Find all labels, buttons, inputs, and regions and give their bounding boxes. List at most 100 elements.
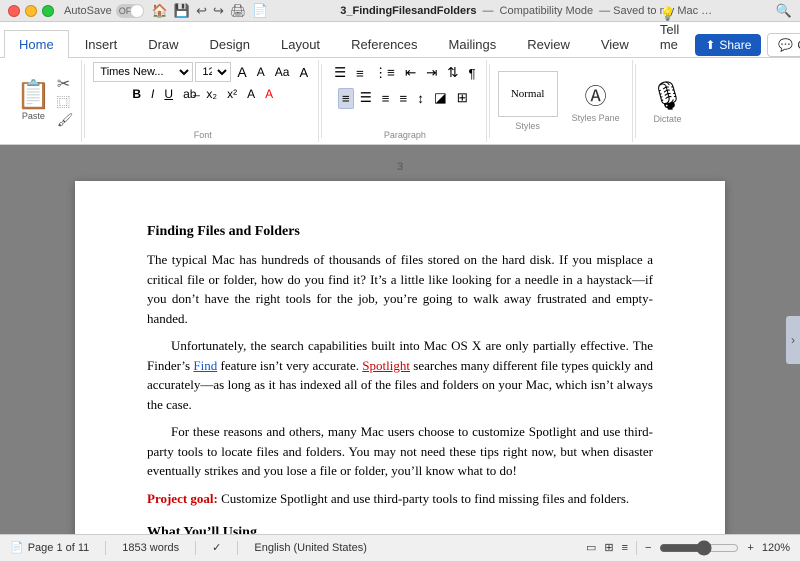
page-info-text: Page 1 of 11 [28, 542, 90, 554]
copy-button[interactable]: ⿴ [57, 95, 74, 111]
tab-tellme[interactable]: 💡 Tell me [645, 0, 695, 58]
justify-button[interactable]: ≡ [396, 88, 412, 109]
tab-design[interactable]: Design [195, 30, 265, 58]
tab-home[interactable]: Home [4, 30, 69, 58]
status-divider-4 [636, 541, 637, 555]
zoom-plus[interactable]: + [747, 542, 753, 554]
clipboard-group: 📋 Paste ✂ ⿴ 🖌 [4, 60, 82, 142]
tab-layout[interactable]: Layout [266, 30, 335, 58]
titlebar-right: 🔍 [776, 3, 792, 19]
status-divider-1 [105, 541, 106, 555]
paste-icon: 📋 [16, 81, 51, 109]
paste-button[interactable]: 📋 Paste [12, 79, 55, 123]
find-link[interactable]: Find [193, 358, 217, 373]
styles-preview: Normal [511, 88, 545, 100]
redo-icon[interactable]: ↪ [213, 3, 224, 19]
align-center-button[interactable]: ☰ [356, 87, 376, 109]
titlebar-icons: 🏠 💾 ↩ ↪ 🖨 📄 [152, 3, 269, 19]
shrink-font-button[interactable]: A [253, 63, 269, 81]
shading-button[interactable]: ◪ [430, 87, 451, 109]
close-button[interactable] [8, 5, 20, 17]
tab-mailings[interactable]: Mailings [434, 30, 512, 58]
titlebar-center: 3_FindingFilesandFolders — Compatibility… [277, 5, 776, 17]
status-bar-right: ▭ ⊞ ≡ − + 120% [586, 540, 790, 556]
share-button[interactable]: ⬆ Share [695, 34, 761, 56]
show-formatting-button[interactable]: ¶ [464, 63, 479, 84]
zoom-minus[interactable]: − [645, 542, 651, 554]
tab-draw[interactable]: Draw [133, 30, 193, 58]
autosave-control: AutoSave OFF [64, 4, 144, 18]
increase-indent-button[interactable]: ⇥ [422, 62, 441, 84]
layout-icon-1[interactable]: ▭ [586, 541, 596, 554]
sort-button[interactable]: ⇅ [443, 62, 462, 84]
change-case-button[interactable]: Aa [271, 63, 294, 81]
tab-review[interactable]: Review [512, 30, 585, 58]
spotlight-link[interactable]: Spotlight [362, 358, 410, 373]
align-left-button[interactable]: ≡ [338, 88, 354, 109]
page-content: Finding Files and Folders The typical Ma… [147, 221, 653, 534]
print-icon[interactable]: 🖨 [230, 3, 247, 19]
project-goal-text: Customize Spotlight and use third-party … [218, 491, 629, 506]
paragraph-3: For these reasons and others, many Mac u… [147, 422, 653, 481]
line-spacing-button[interactable]: ↕ [413, 88, 428, 109]
status-divider-2 [195, 541, 196, 555]
superscript-button[interactable]: x² [223, 85, 241, 103]
styles-label: Styles [515, 119, 540, 131]
decrease-indent-button[interactable]: ⇤ [401, 62, 420, 84]
highlight-button[interactable]: A [243, 85, 259, 103]
subscript-button[interactable]: x₂ [202, 85, 221, 103]
comments-button[interactable]: 💬 Comments [767, 33, 800, 57]
styles-gallery[interactable]: Normal [498, 71, 558, 117]
page-icon: 📄 [10, 541, 24, 554]
minimize-button[interactable] [25, 5, 37, 17]
grow-font-button[interactable]: A [233, 62, 250, 82]
section-heading: Finding Files and Folders [147, 221, 653, 242]
undo-icon[interactable]: ↩ [196, 3, 207, 19]
bullets-button[interactable]: ☰ [330, 62, 350, 84]
microphone-icon: 🎙 [650, 79, 686, 112]
strikethrough-button[interactable]: ab̶ [179, 85, 200, 103]
font-size-select[interactable]: 12 [195, 62, 231, 82]
borders-button[interactable]: ⊞ [453, 87, 472, 109]
paragraph-group-label: Paragraph [384, 128, 426, 140]
font-family-select[interactable]: Times New... [93, 62, 193, 82]
spell-check-icon[interactable]: ✓ [212, 541, 221, 554]
bold-button[interactable]: B [128, 85, 145, 103]
ribbon-tabs: Home Insert Draw Design Layout Reference… [0, 22, 800, 58]
para-row-2: ≡ ☰ ≡ ≡ ↕ ◪ ⊞ [338, 87, 472, 109]
tab-references[interactable]: References [336, 30, 432, 58]
underline-button[interactable]: U [160, 85, 177, 103]
dictate-group: 🎙 Dictate [638, 60, 698, 142]
paragraph-2: Unfortunately, the search capabilities b… [147, 336, 653, 414]
align-right-button[interactable]: ≡ [378, 88, 394, 109]
format-painter-button[interactable]: 🖌 [57, 112, 74, 128]
dictate-button[interactable]: 🎙 Dictate [644, 77, 692, 126]
home-icon[interactable]: 🏠 [152, 3, 168, 19]
font-color-button[interactable]: A [295, 63, 312, 82]
numbering-button[interactable]: ≡ [352, 63, 368, 84]
document-page: Finding Files and Folders The typical Ma… [75, 181, 725, 534]
save-icon[interactable]: 💾 [174, 3, 190, 19]
text-color-button[interactable]: A [261, 85, 277, 103]
project-goal-paragraph: Project goal: Customize Spotlight and us… [147, 489, 653, 509]
filename: 3_FindingFilesandFolders [340, 5, 476, 17]
styles-pane-button[interactable]: Ⓐ Styles Pane [566, 77, 626, 125]
tab-view[interactable]: View [586, 30, 644, 58]
font-group: Times New... 12 A A Aa A B I U ab̶ x₂ x²… [87, 60, 319, 142]
italic-button[interactable]: I [147, 85, 158, 103]
layout-icon-2[interactable]: ⊞ [604, 541, 613, 554]
share-icon: ⬆ [705, 38, 715, 52]
maximize-button[interactable] [42, 5, 54, 17]
page-number-display: 3 [397, 161, 403, 173]
autosave-knob [131, 5, 143, 17]
zoom-slider[interactable] [659, 540, 739, 556]
search-icon[interactable]: 🔍 [776, 3, 792, 19]
tab-insert[interactable]: Insert [70, 30, 133, 58]
divider-4 [635, 64, 636, 138]
document-icon[interactable]: 📄 [252, 3, 268, 19]
multilevel-list-button[interactable]: ⋮≡ [370, 62, 399, 84]
layout-icon-3[interactable]: ≡ [622, 542, 628, 554]
cut-button[interactable]: ✂ [57, 75, 74, 94]
collapse-panel-button[interactable]: › [786, 316, 800, 364]
autosave-toggle[interactable]: OFF [116, 4, 144, 18]
